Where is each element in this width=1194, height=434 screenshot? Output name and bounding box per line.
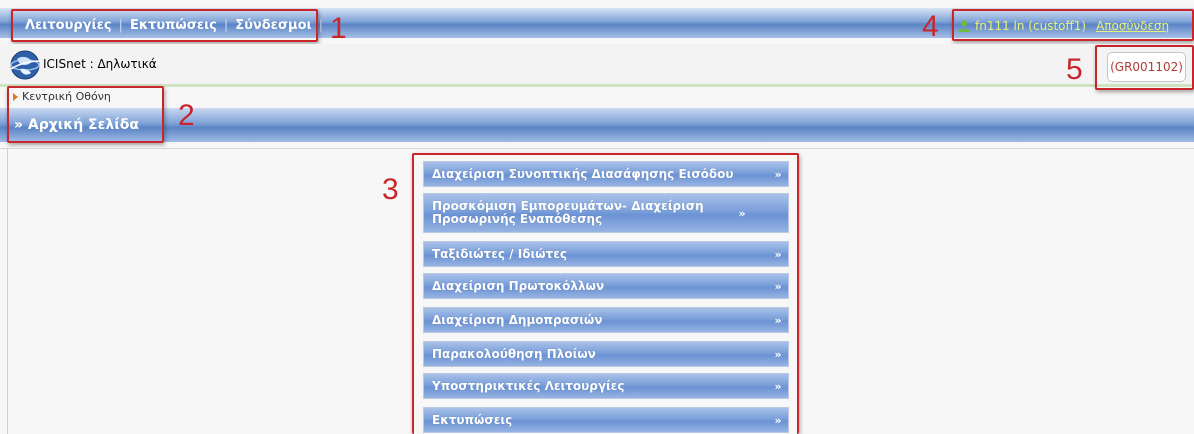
annotation-number-5: 5	[1066, 53, 1083, 86]
menu-separator: |	[318, 17, 323, 33]
annotation-number-4: 4	[922, 10, 939, 43]
content-left-border	[7, 148, 8, 434]
annotation-box-4	[952, 9, 1194, 41]
globe-icon	[10, 50, 41, 80]
annotation-number-2: 2	[178, 99, 195, 132]
app-title: ICISnet : Δηλωτικά	[43, 57, 157, 71]
annotation-number-3: 3	[382, 173, 399, 206]
annotation-box-2	[7, 86, 164, 143]
content-divider	[0, 148, 1194, 149]
annotation-box-5	[1095, 45, 1194, 90]
annotation-box-3	[412, 153, 799, 434]
annotation-number-1: 1	[330, 12, 347, 45]
application-bar	[0, 44, 1194, 87]
annotation-box-1	[11, 9, 318, 42]
